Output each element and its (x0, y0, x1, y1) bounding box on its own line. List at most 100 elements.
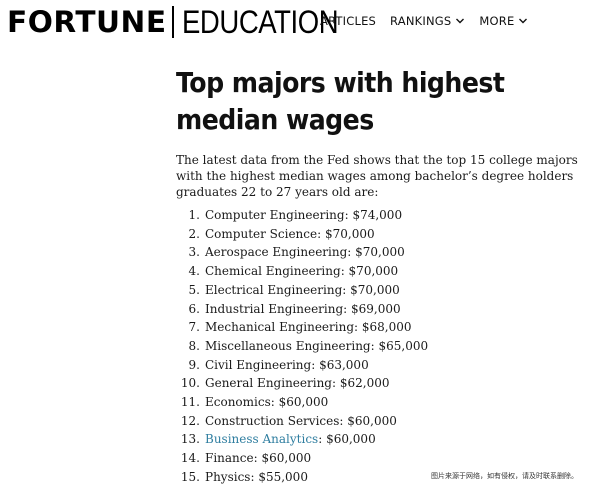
list-item-number: 13. (180, 432, 200, 447)
major-name: Industrial Engineering (205, 301, 344, 316)
list-item: 10. General Engineering: $62,000 (176, 374, 596, 393)
list-item-separator: : (340, 264, 349, 279)
major-wage: $74,000 (352, 208, 403, 222)
list-item-number: 9. (188, 357, 200, 372)
major-wage: $69,000 (351, 301, 401, 316)
major-name: Chemical Engineering (205, 264, 341, 279)
list-item-number: 14. (180, 451, 200, 466)
list-item-text: General Engineering: $62,000 (205, 374, 389, 393)
list-item-number: 12. (180, 413, 200, 428)
list-item: 9. Civil Engineering: $63,000 (176, 356, 596, 375)
major-name: Mechanical Engineering (205, 320, 355, 335)
major-wage: $63,000 (319, 357, 369, 372)
majors-list: 1. Computer Engineering: $74,000 2. Compute… (176, 206, 596, 487)
major-wage: $60,000 (326, 432, 376, 447)
major-wage: $62,000 (339, 376, 390, 391)
list-item: 4. Chemical Engineering: $70,000 (176, 262, 596, 281)
list-item: 12. Construction Services: $60,000 (176, 412, 596, 431)
list-item-number: 5. (188, 282, 200, 297)
list-item: 14. Finance: $60,000 (176, 449, 596, 468)
list-item: 3. Aerospace Engineering: $70,000 (176, 243, 596, 262)
list-item-text: Chemical Engineering: $70,000 (205, 262, 398, 281)
list-item-text: Miscellaneous Engineering: $65,000 (205, 337, 428, 356)
list-item-separator: : (354, 320, 362, 335)
list-item-number: 15. (180, 469, 200, 484)
major-wage: $60,000 (278, 395, 329, 410)
list-item-number: 8. (188, 338, 200, 353)
list-item-separator: : (342, 282, 351, 297)
article-title: Top majors with highest median wages (176, 66, 505, 136)
brand-primary: FORTUNE (7, 5, 167, 39)
major-wage: $60,000 (347, 413, 397, 428)
nav-articles[interactable]: ARTICLES (320, 14, 376, 28)
list-item-separator: : (343, 301, 352, 316)
list-item-text: Physics: $55,000 (205, 468, 308, 487)
major-name: Electrical Engineering (205, 282, 343, 297)
list-item: 11. Economics: $60,000 (176, 393, 596, 412)
nav-rankings[interactable]: RANKINGS (390, 14, 465, 28)
major-wage: $68,000 (361, 320, 412, 335)
list-item-number: 10. (180, 376, 200, 391)
major-wage: $55,000 (258, 469, 308, 484)
major-name: Computer Engineering (205, 208, 345, 222)
list-item-text: Civil Engineering: $63,000 (205, 356, 369, 375)
list-item-separator: : (270, 395, 279, 410)
list-item-separator: : (347, 245, 356, 260)
list-item-text: Electrical Engineering: $70,000 (205, 281, 400, 300)
list-item-text: Computer Engineering: $74,000 (205, 206, 402, 225)
site-header: FORTUNE EDUCATION ARTICLES RANKINGS MORE (0, 0, 614, 46)
list-item-number: 1. (188, 208, 200, 222)
list-item-number: 11. (180, 395, 200, 410)
list-item: 8. Miscellaneous Engineering: $65,000 (176, 337, 596, 356)
main-nav: ARTICLES RANKINGS MORE (320, 14, 528, 28)
major-name: Economics (205, 395, 271, 410)
list-item-text: Aerospace Engineering: $70,000 (205, 243, 405, 262)
list-item-text: Industrial Engineering: $69,000 (205, 300, 401, 319)
major-name: Construction Services (205, 413, 340, 428)
brand-secondary: EDUCATION (181, 3, 339, 40)
article-intro: The latest data from the Fed shows that … (176, 153, 578, 199)
major-name: Miscellaneous Engineering (205, 338, 371, 353)
nav-rankings-label: RANKINGS (390, 14, 452, 28)
site-logo[interactable]: FORTUNE EDUCATION (7, 4, 363, 40)
list-item: 2. Computer Science: $70,000 (176, 225, 596, 244)
chevron-down-icon (518, 16, 528, 26)
brand-divider (172, 6, 174, 38)
list-item-separator: : (318, 432, 327, 447)
major-wage: $70,000 (348, 264, 399, 279)
list-item: 13. Business Analytics: $60,000 (176, 430, 596, 449)
major-wage: $65,000 (378, 338, 429, 353)
watermark: 图片来源于网络，如有侵权，请及时联系删除。 (431, 472, 578, 480)
major-name: Computer Science (205, 226, 318, 241)
list-item: 7. Mechanical Engineering: $68,000 (176, 318, 596, 337)
list-item-text: Economics: $60,000 (205, 393, 328, 412)
nav-more[interactable]: MORE (479, 14, 528, 28)
list-item-text: Finance: $60,000 (205, 449, 311, 468)
list-item-number: 3. (188, 245, 200, 260)
major-name: General Engineering (205, 376, 332, 391)
list-item-separator: : (311, 357, 320, 372)
article-body: Top majors with highest median wages The… (176, 64, 596, 487)
list-item-number: 6. (188, 301, 200, 316)
list-item-text: Business Analytics: $60,000 (205, 430, 376, 449)
list-item-separator: : (317, 226, 325, 241)
list-item: 1. Computer Engineering: $74,000 (176, 206, 596, 225)
nav-more-label: MORE (479, 14, 515, 28)
list-item: 6. Industrial Engineering: $69,000 (176, 300, 596, 319)
list-item-text: Mechanical Engineering: $68,000 (205, 318, 412, 337)
chevron-down-icon (455, 16, 465, 26)
major-wage: $60,000 (261, 451, 312, 466)
major-name: Physics (205, 469, 251, 484)
major-name: Finance (205, 451, 254, 466)
nav-articles-label: ARTICLES (320, 14, 377, 28)
list-item: 5. Electrical Engineering: $70,000 (176, 281, 596, 300)
major-wage: $70,000 (355, 245, 405, 260)
list-item-text: Computer Science: $70,000 (205, 225, 375, 244)
list-item-separator: : (331, 376, 340, 391)
list-item-number: 4. (188, 264, 200, 279)
major-link[interactable]: Business Analytics (205, 432, 318, 446)
list-item-number: 7. (188, 320, 200, 335)
major-wage: $70,000 (324, 226, 375, 241)
list-item-text: Construction Services: $60,000 (205, 412, 397, 431)
list-item-number: 2. (188, 226, 200, 241)
